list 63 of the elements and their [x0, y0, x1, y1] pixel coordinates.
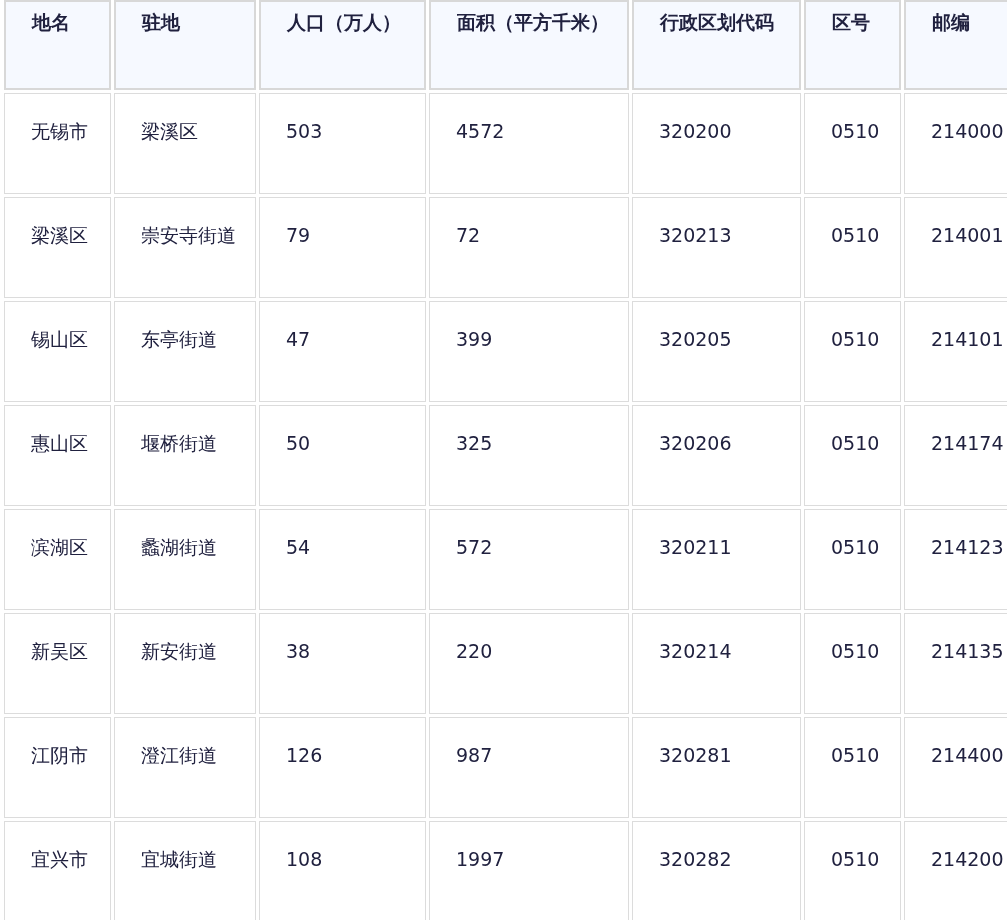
table-cell: 新吴区 [4, 613, 111, 714]
column-header: 邮编 [904, 0, 1007, 90]
table-cell: 38 [259, 613, 426, 714]
table-cell: 宜城街道 [114, 821, 256, 920]
table-cell: 987 [429, 717, 629, 818]
column-header: 人口（万人） [259, 0, 426, 90]
table-cell: 1997 [429, 821, 629, 920]
table-cell: 72 [429, 197, 629, 298]
table-cell: 0510 [804, 197, 901, 298]
table-cell: 0510 [804, 301, 901, 402]
table-cell: 江阴市 [4, 717, 111, 818]
table-cell: 0510 [804, 93, 901, 194]
table-cell: 蠡湖街道 [114, 509, 256, 610]
table-cell: 220 [429, 613, 629, 714]
table-cell: 无锡市 [4, 93, 111, 194]
table-cell: 54 [259, 509, 426, 610]
table-cell: 320206 [632, 405, 801, 506]
table-cell: 宜兴市 [4, 821, 111, 920]
table-cell: 214200 [904, 821, 1007, 920]
table-cell: 399 [429, 301, 629, 402]
table-cell: 梁溪区 [114, 93, 256, 194]
table-cell: 320205 [632, 301, 801, 402]
table-cell: 崇安寺街道 [114, 197, 256, 298]
table-cell: 214135 [904, 613, 1007, 714]
table-cell: 320211 [632, 509, 801, 610]
table-cell: 0510 [804, 405, 901, 506]
table-cell: 214101 [904, 301, 1007, 402]
table-cell: 50 [259, 405, 426, 506]
table-cell: 堰桥街道 [114, 405, 256, 506]
table-cell: 214123 [904, 509, 1007, 610]
table-cell: 214000 [904, 93, 1007, 194]
table-cell: 320214 [632, 613, 801, 714]
table-cell: 325 [429, 405, 629, 506]
table-cell: 572 [429, 509, 629, 610]
table-cell: 惠山区 [4, 405, 111, 506]
table-cell: 0510 [804, 613, 901, 714]
column-header: 驻地 [114, 0, 256, 90]
table-cell: 214174 [904, 405, 1007, 506]
table-cell: 47 [259, 301, 426, 402]
table-cell: 320282 [632, 821, 801, 920]
column-header: 地名 [4, 0, 111, 90]
table-cell: 79 [259, 197, 426, 298]
table-cell: 滨湖区 [4, 509, 111, 610]
column-header: 区号 [804, 0, 901, 90]
table-cell: 0510 [804, 509, 901, 610]
column-header: 行政区划代码 [632, 0, 801, 90]
table-cell: 4572 [429, 93, 629, 194]
table-cell: 320281 [632, 717, 801, 818]
table-cell: 0510 [804, 821, 901, 920]
table-cell: 214400 [904, 717, 1007, 818]
table-cell: 503 [259, 93, 426, 194]
table-cell: 锡山区 [4, 301, 111, 402]
table-cell: 126 [259, 717, 426, 818]
table-cell: 0510 [804, 717, 901, 818]
table-cell: 214001 [904, 197, 1007, 298]
table-cell: 320200 [632, 93, 801, 194]
table-cell: 澄江街道 [114, 717, 256, 818]
table-cell: 梁溪区 [4, 197, 111, 298]
table-cell: 108 [259, 821, 426, 920]
table-cell: 新安街道 [114, 613, 256, 714]
table-cell: 东亭街道 [114, 301, 256, 402]
column-header: 面积（平方千米） [429, 0, 629, 90]
table-cell: 320213 [632, 197, 801, 298]
